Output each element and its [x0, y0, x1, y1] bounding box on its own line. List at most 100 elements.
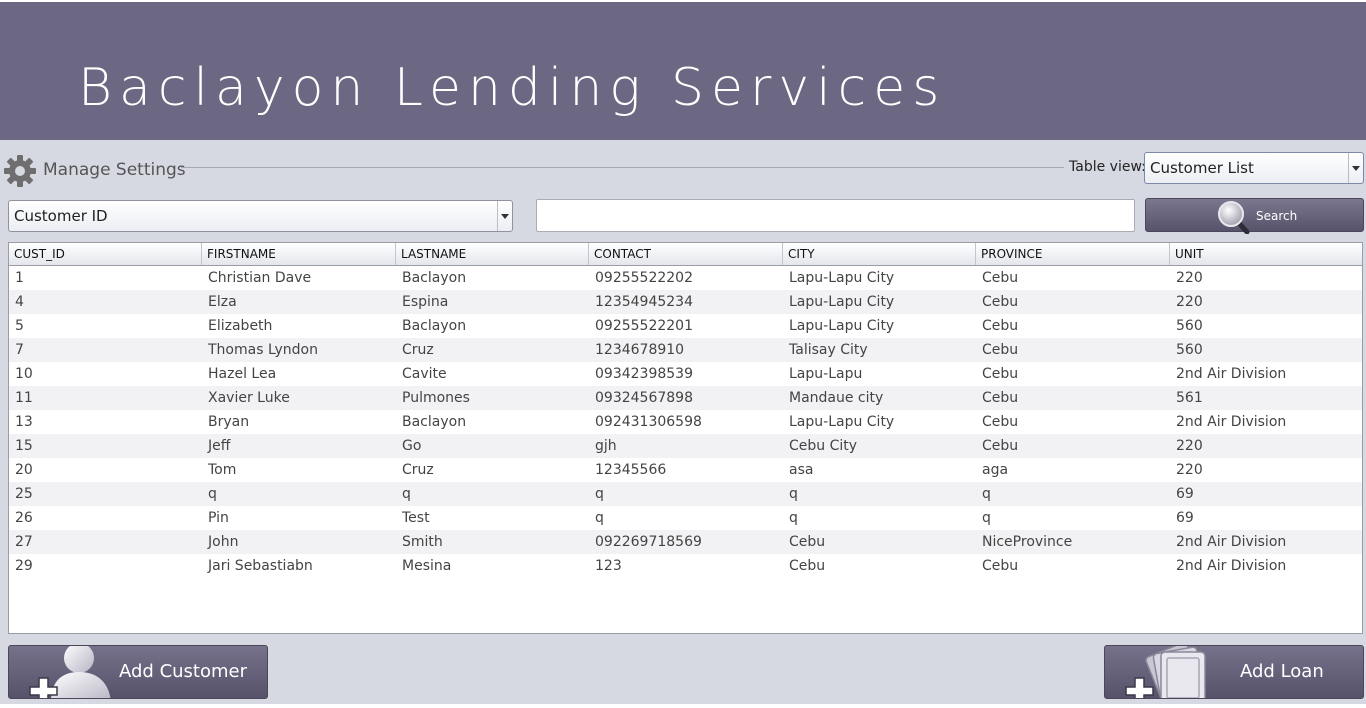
- table-cell[interactable]: Lapu-Lapu City: [783, 410, 976, 434]
- table-cell[interactable]: 09324567898: [589, 386, 783, 410]
- table-cell[interactable]: q: [396, 482, 589, 506]
- table-cell[interactable]: Pin: [202, 506, 396, 530]
- search-button[interactable]: Search: [1145, 198, 1364, 234]
- table-cell[interactable]: q: [202, 482, 396, 506]
- table-cell[interactable]: Cebu: [783, 554, 976, 578]
- table-cell[interactable]: Smith: [396, 530, 589, 554]
- table-cell[interactable]: Cebu: [976, 338, 1170, 362]
- table-cell[interactable]: 092431306598: [589, 410, 783, 434]
- chevron-down-icon[interactable]: [1348, 153, 1363, 183]
- table-cell[interactable]: 2nd Air Division: [1170, 530, 1362, 554]
- table-cell[interactable]: 12345566: [589, 458, 783, 482]
- table-cell[interactable]: 09255522201: [589, 314, 783, 338]
- table-cell[interactable]: q: [589, 506, 783, 530]
- table-cell[interactable]: q: [783, 506, 976, 530]
- table-cell[interactable]: Mesina: [396, 554, 589, 578]
- table-cell[interactable]: Bryan: [202, 410, 396, 434]
- column-header[interactable]: CITY: [783, 243, 976, 265]
- table-cell[interactable]: 09255522202: [589, 266, 783, 290]
- table-cell[interactable]: 26: [9, 506, 202, 530]
- column-header[interactable]: FIRSTNAME: [202, 243, 396, 265]
- table-cell[interactable]: 27: [9, 530, 202, 554]
- table-cell[interactable]: 29: [9, 554, 202, 578]
- table-cell[interactable]: 11: [9, 386, 202, 410]
- table-cell[interactable]: asa: [783, 458, 976, 482]
- table-cell[interactable]: Baclayon: [396, 410, 589, 434]
- table-row[interactable]: 4 Elza Espina 12354945234 Lapu-Lapu City Cebu…: [9, 290, 1362, 314]
- table-cell[interactable]: Jari Sebastiabn: [202, 554, 396, 578]
- table-cell[interactable]: 1: [9, 266, 202, 290]
- table-cell[interactable]: Pulmones: [396, 386, 589, 410]
- table-cell[interactable]: Cebu: [976, 386, 1170, 410]
- table-row[interactable]: 25 q q q q q 69: [9, 482, 1362, 506]
- table-cell[interactable]: 13: [9, 410, 202, 434]
- table-cell[interactable]: Lapu-Lapu City: [783, 290, 976, 314]
- table-row[interactable]: 5 Elizabeth Baclayon 09255522201 Lapu-Lapu C…: [9, 314, 1362, 338]
- table-cell[interactable]: q: [976, 482, 1170, 506]
- column-header[interactable]: CUST_ID: [9, 243, 202, 265]
- table-cell[interactable]: Test: [396, 506, 589, 530]
- table-cell[interactable]: Lapu-Lapu City: [783, 314, 976, 338]
- table-cell[interactable]: 2nd Air Division: [1170, 554, 1362, 578]
- table-row[interactable]: 29 Jari Sebastiabn Mesina 123 Cebu Cebu 2nd Ai…: [9, 554, 1362, 578]
- table-cell[interactable]: 15: [9, 434, 202, 458]
- table-cell[interactable]: q: [783, 482, 976, 506]
- column-header[interactable]: CONTACT: [589, 243, 783, 265]
- table-cell[interactable]: 12354945234: [589, 290, 783, 314]
- table-row[interactable]: 10 Hazel Lea Cavite 09342398539 Lapu-Lapu Ceb…: [9, 362, 1362, 386]
- table-cell[interactable]: 4: [9, 290, 202, 314]
- table-cell[interactable]: aga: [976, 458, 1170, 482]
- table-cell[interactable]: gjh: [589, 434, 783, 458]
- table-row[interactable]: 7 Thomas Lyndon Cruz 1234678910 Talisay City…: [9, 338, 1362, 362]
- table-cell[interactable]: Espina: [396, 290, 589, 314]
- table-cell[interactable]: Cavite: [396, 362, 589, 386]
- table-row[interactable]: 15 Jeff Go gjh Cebu City Cebu 220: [9, 434, 1362, 458]
- table-cell[interactable]: 25: [9, 482, 202, 506]
- table-cell[interactable]: Thomas Lyndon: [202, 338, 396, 362]
- table-row[interactable]: 27 John Smith 092269718569 Cebu NiceProvince 2…: [9, 530, 1362, 554]
- table-cell[interactable]: Cebu: [783, 530, 976, 554]
- table-cell[interactable]: 123: [589, 554, 783, 578]
- table-cell[interactable]: Elza: [202, 290, 396, 314]
- table-cell[interactable]: Christian Dave: [202, 266, 396, 290]
- column-header[interactable]: PROVINCE: [976, 243, 1170, 265]
- table-cell[interactable]: 220: [1170, 290, 1362, 314]
- table-cell[interactable]: Talisay City: [783, 338, 976, 362]
- table-cell[interactable]: Cruz: [396, 338, 589, 362]
- table-row[interactable]: 1 Christian Dave Baclayon 09255522202 Lapu-L…: [9, 266, 1362, 290]
- search-field-select[interactable]: Customer ID: [8, 200, 513, 232]
- table-cell[interactable]: 092269718569: [589, 530, 783, 554]
- table-cell[interactable]: 561: [1170, 386, 1362, 410]
- table-cell[interactable]: Cebu: [976, 266, 1170, 290]
- search-input[interactable]: [536, 199, 1135, 232]
- gear-icon[interactable]: [4, 155, 36, 187]
- table-cell[interactable]: 7: [9, 338, 202, 362]
- table-cell[interactable]: 69: [1170, 506, 1362, 530]
- table-cell[interactable]: q: [976, 506, 1170, 530]
- table-cell[interactable]: Lapu-Lapu City: [783, 266, 976, 290]
- table-cell[interactable]: 09342398539: [589, 362, 783, 386]
- column-header[interactable]: UNIT: [1170, 243, 1362, 265]
- manage-settings-link[interactable]: Manage Settings: [43, 160, 186, 180]
- table-cell[interactable]: Baclayon: [396, 314, 589, 338]
- table-cell[interactable]: Tom: [202, 458, 396, 482]
- table-cell[interactable]: 2nd Air Division: [1170, 362, 1362, 386]
- table-cell[interactable]: Cebu City: [783, 434, 976, 458]
- table-cell[interactable]: NiceProvince: [976, 530, 1170, 554]
- table-cell[interactable]: Cebu: [976, 410, 1170, 434]
- table-cell[interactable]: 5: [9, 314, 202, 338]
- table-cell[interactable]: Jeff: [202, 434, 396, 458]
- table-cell[interactable]: Mandaue city: [783, 386, 976, 410]
- table-cell[interactable]: Baclayon: [396, 266, 589, 290]
- table-cell[interactable]: 220: [1170, 458, 1362, 482]
- table-cell[interactable]: 220: [1170, 434, 1362, 458]
- table-cell[interactable]: 220: [1170, 266, 1362, 290]
- table-row[interactable]: 26 Pin Test q q q 69: [9, 506, 1362, 530]
- table-cell[interactable]: Cruz: [396, 458, 589, 482]
- table-cell[interactable]: 2nd Air Division: [1170, 410, 1362, 434]
- table-cell[interactable]: Cebu: [976, 434, 1170, 458]
- table-cell[interactable]: Cebu: [976, 314, 1170, 338]
- table-cell[interactable]: Cebu: [976, 362, 1170, 386]
- table-cell[interactable]: Elizabeth: [202, 314, 396, 338]
- table-row[interactable]: 20 Tom Cruz 12345566 asa aga 220: [9, 458, 1362, 482]
